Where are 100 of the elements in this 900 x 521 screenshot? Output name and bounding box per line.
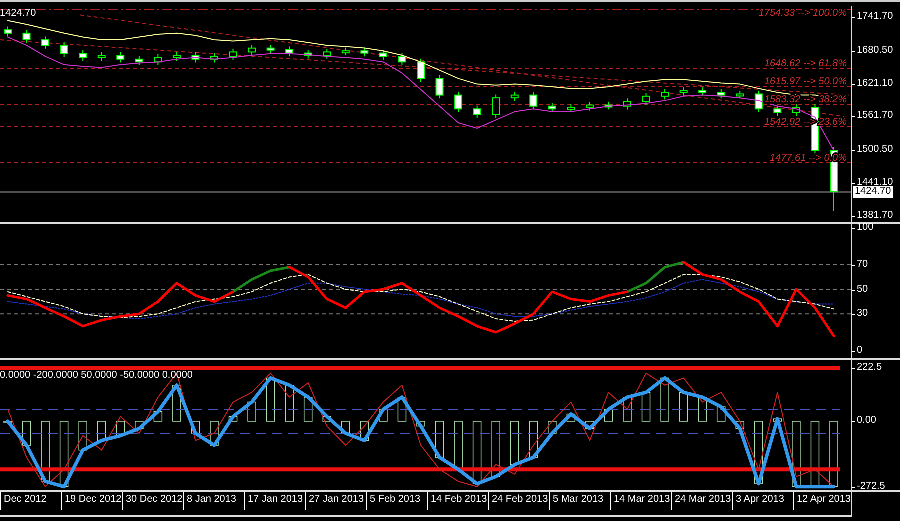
candlestick: [60, 42, 68, 58]
histogram-bar: [248, 402, 256, 422]
histogram-bar: [623, 397, 632, 422]
histogram-bar: [172, 385, 182, 422]
date-label: 3 Apr 2013: [732, 492, 793, 510]
histogram-bar: [492, 421, 500, 478]
histogram-bar: [116, 421, 126, 436]
candlestick: [192, 52, 200, 64]
histogram-bar: [191, 421, 200, 434]
candlestick: [398, 52, 406, 66]
candlestick: [698, 87, 707, 96]
candlestick: [154, 54, 162, 66]
candlestick: [530, 92, 538, 110]
candlestick: [454, 92, 463, 113]
candlestick: [774, 105, 782, 117]
histogram-bar: [154, 411, 163, 422]
candlestick: [736, 90, 744, 100]
histogram-bar: [435, 421, 444, 458]
candlestick: [586, 101, 594, 112]
candlestick: [360, 47, 369, 58]
axis-label: 1561.70: [856, 110, 894, 122]
axis-label: 30: [856, 308, 868, 320]
date-label: 30 Dec 2012: [122, 492, 183, 510]
date-label: Dec 2012: [0, 492, 61, 510]
candlestick: [42, 36, 50, 50]
histogram-bar: [41, 421, 50, 482]
axis-label: 1680.50: [856, 44, 894, 57]
candlestick: [135, 56, 144, 66]
fib-level-label: 1754.33 --> 100.0%: [758, 8, 847, 19]
candlestick: [286, 46, 294, 58]
histogram-bar: [322, 416, 332, 422]
candlestick: [661, 88, 670, 100]
date-label: 24 Feb 2013: [488, 492, 549, 510]
histogram-bar: [830, 421, 838, 488]
candlestick: [680, 87, 688, 96]
histogram-bar: [285, 385, 294, 422]
fib-level-label: 1615.97 --> 50.0%: [764, 76, 847, 88]
histogram-bar: [548, 421, 557, 434]
histogram-bar: [754, 421, 764, 484]
fib-level-label: 1583.32 --> 38.2%: [764, 94, 847, 106]
histogram-bar: [135, 421, 144, 430]
axis-label: 1500.50: [856, 144, 894, 156]
candlestick: [492, 94, 500, 118]
histogram-bar: [566, 414, 576, 422]
histogram-bar: [97, 421, 106, 442]
histogram-bar: [716, 406, 726, 422]
current-price-label: 1424.70: [853, 186, 894, 198]
candlestick: [4, 26, 12, 38]
candlestick: [210, 52, 218, 64]
date-label: 8 Jan 2013: [183, 492, 244, 510]
date-label: 24 Mar 2013: [671, 492, 732, 510]
candlestick: [604, 101, 613, 110]
histogram-bar: [773, 418, 782, 422]
candlestick: [754, 90, 763, 113]
histogram-bar: [416, 421, 426, 427]
candlestick: [548, 102, 556, 113]
candlestick: [717, 88, 726, 100]
date-label: 27 Jan 2013: [305, 492, 366, 510]
candlestick: [342, 47, 350, 56]
candlestick: [116, 52, 125, 64]
axis-label: 1621.10: [856, 78, 894, 90]
axis-label: -272.5: [856, 481, 886, 493]
axis-label: 1741.70: [856, 10, 894, 23]
candlestick: [624, 98, 632, 110]
date-label: 12 Apr 2013: [793, 492, 851, 510]
histogram-bar: [60, 421, 69, 488]
histogram-bar: [792, 421, 801, 488]
histogram-bar: [228, 416, 238, 422]
axis-label: 0: [856, 345, 863, 357]
candlestick: [98, 52, 106, 62]
histogram-bar: [22, 421, 32, 446]
histogram-bar: [736, 421, 745, 430]
axis-label: 70: [856, 258, 868, 271]
date-label: 17 Jan 2013: [244, 492, 305, 510]
histogram-bar: [642, 392, 651, 422]
histogram-bar: [529, 421, 538, 458]
histogram-bar: [398, 397, 407, 422]
histogram-bar: [810, 421, 820, 488]
candlestick: [172, 52, 181, 62]
fib-level-label: 1648.62 --> 61.8%: [764, 58, 847, 70]
histogram-bar: [472, 421, 482, 484]
histogram-bar: [342, 421, 350, 434]
histogram-bar: [586, 421, 594, 430]
histogram-bar: [360, 421, 370, 442]
candlestick: [229, 48, 238, 60]
date-label: 5 Mar 2013: [549, 492, 610, 510]
histogram-bar: [604, 409, 614, 422]
candlestick: [642, 92, 650, 106]
candlestick: [417, 58, 425, 83]
date-label: 14 Feb 2013: [427, 492, 488, 510]
histogram-bar: [454, 421, 463, 470]
axis-label: 0.00: [856, 415, 876, 428]
candlestick: [79, 50, 88, 62]
histogram-bar: [698, 397, 707, 422]
date-label: 19 Dec 2012: [61, 492, 122, 510]
histogram-bar: [210, 421, 219, 446]
histogram-bar: [379, 409, 388, 422]
candlestick: [567, 104, 576, 113]
axis-label: 222.5: [856, 362, 882, 374]
axis-label: 1381.70: [856, 210, 894, 222]
